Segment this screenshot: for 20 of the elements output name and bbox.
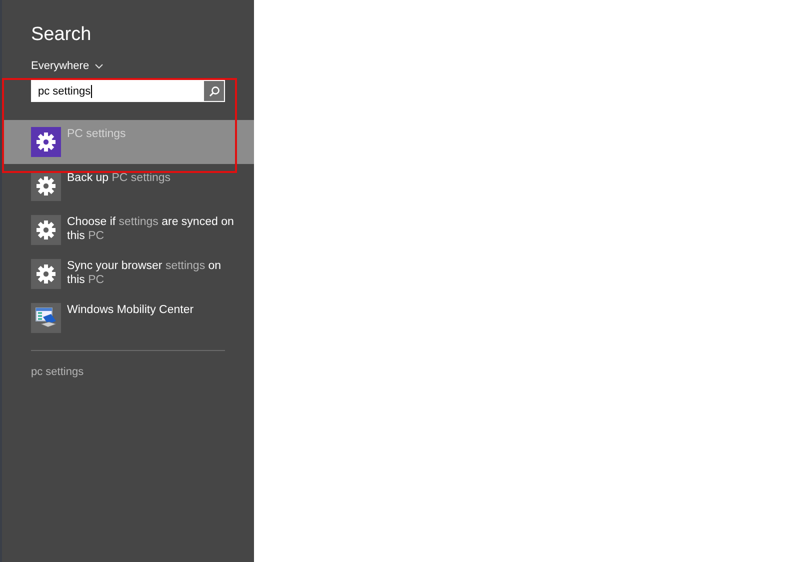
search-result[interactable]: Sync your browser settings on this PC — [2, 252, 254, 296]
result-label: Windows Mobility Center — [67, 303, 194, 317]
result-label: PC settings — [67, 127, 126, 141]
result-label: Sync your browser settings on this PC — [67, 259, 222, 287]
search-field[interactable]: pc settings — [31, 80, 225, 102]
search-result[interactable]: Windows Mobility Center — [2, 296, 254, 340]
gear-icon — [36, 176, 56, 196]
chevron-down-icon[interactable] — [95, 64, 104, 68]
search-button[interactable] — [204, 81, 224, 101]
gear-icon — [36, 220, 56, 240]
result-label: Back up PC settings — [67, 171, 171, 185]
panel-title: Search — [31, 24, 92, 46]
result-label: Choose if settings are synced on this PC — [67, 215, 234, 243]
search-result[interactable]: Choose if settings are synced on this PC — [2, 208, 254, 252]
search-result[interactable]: Back up PC settings — [2, 164, 254, 208]
search-icon — [208, 86, 220, 96]
search-suggestion[interactable]: pc settings — [31, 366, 254, 378]
gear-icon — [36, 264, 56, 284]
gear-icon — [36, 132, 56, 152]
scope-dropdown[interactable]: Everywhere — [31, 60, 90, 72]
